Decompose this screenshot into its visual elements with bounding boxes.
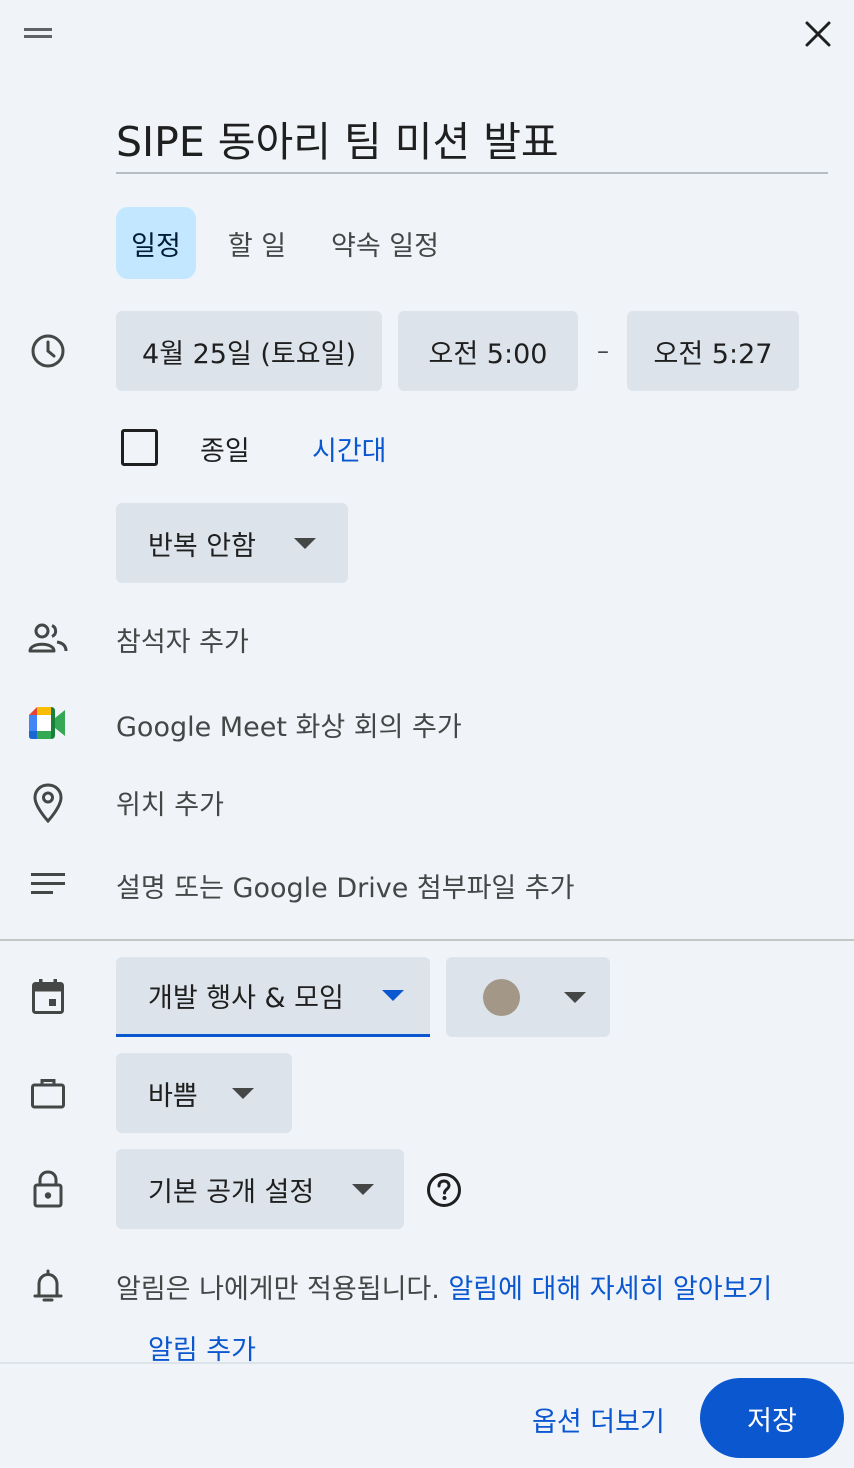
date-button[interactable]: 4월 25일 (토요일) bbox=[116, 311, 382, 391]
availability-dropdown[interactable]: 바쁨 bbox=[116, 1053, 292, 1133]
section-divider bbox=[0, 939, 854, 941]
color-dropdown[interactable] bbox=[446, 957, 610, 1037]
chevron-down-icon bbox=[564, 991, 586, 1003]
end-time-button[interactable]: 오전 5:27 bbox=[627, 311, 799, 391]
add-location-input[interactable]: 위치 추가 bbox=[116, 783, 224, 822]
google-meet-icon bbox=[28, 704, 68, 742]
repeat-label: 반복 안함 bbox=[148, 530, 256, 562]
calendar-name: 개발 행사 & 모임 bbox=[148, 983, 344, 1014]
repeat-dropdown[interactable]: 반복 안함 bbox=[116, 503, 348, 583]
date-text: 4월 25일 (토요일) bbox=[142, 338, 356, 370]
chevron-down-icon bbox=[381, 990, 404, 1001]
timezone-link[interactable]: 시간대 bbox=[312, 429, 387, 468]
availability-label: 바쁨 bbox=[148, 1080, 198, 1112]
visibility-dropdown[interactable]: 기본 공개 설정 bbox=[116, 1149, 404, 1229]
close-icon[interactable] bbox=[798, 14, 838, 54]
people-icon bbox=[28, 620, 68, 656]
time-separator-text: – bbox=[597, 337, 609, 365]
notification-note: 알림은 나에게만 적용됩니다. bbox=[116, 1274, 440, 1305]
all-day-label: 종일 bbox=[200, 436, 250, 467]
footer-bar: 옵션 더보기 저장 bbox=[0, 1362, 854, 1468]
color-swatch bbox=[483, 978, 520, 1016]
calendar-dropdown[interactable]: 개발 행사 & 모임 bbox=[116, 957, 430, 1037]
more-options-button[interactable]: 옵션 더보기 bbox=[532, 1400, 665, 1439]
start-time-button[interactable]: 오전 5:00 bbox=[398, 311, 578, 391]
event-editor-panel: SIPE 동아리 팀 미션 발표 일정 할 일 약속 일정 4월 25일 (토요… bbox=[0, 0, 854, 1468]
save-button-label: 저장 bbox=[747, 1405, 797, 1437]
lock-icon bbox=[30, 1168, 66, 1210]
title-input[interactable]: SIPE 동아리 팀 미션 발표 bbox=[116, 108, 828, 174]
calendar-icon bbox=[30, 978, 66, 1016]
visibility-label: 기본 공개 설정 bbox=[148, 1176, 315, 1208]
clock-icon bbox=[28, 331, 68, 371]
tab-event[interactable]: 일정 bbox=[116, 207, 196, 279]
notification-learn-more-link[interactable]: 알림에 대해 자세히 알아보기 bbox=[448, 1274, 772, 1305]
add-description-input[interactable]: 설명 또는 Google Drive 첨부파일 추가 bbox=[116, 866, 575, 905]
end-time-text: 오전 5:27 bbox=[653, 338, 773, 370]
notification-note-row: 알림은 나에게만 적용됩니다. 알림에 대해 자세히 알아보기 bbox=[116, 1267, 772, 1306]
tab-task-label: 할 일 bbox=[227, 230, 287, 262]
add-meet-button[interactable]: Google Meet 화상 회의 추가 bbox=[116, 705, 462, 744]
start-time-text: 오전 5:00 bbox=[428, 338, 548, 370]
briefcase-icon bbox=[30, 1074, 66, 1112]
time-separator: – bbox=[588, 331, 618, 371]
location-pin-icon bbox=[30, 782, 66, 824]
help-icon[interactable] bbox=[424, 1170, 464, 1210]
tab-task[interactable]: 할 일 bbox=[212, 207, 302, 279]
drag-handle-icon[interactable] bbox=[22, 22, 54, 44]
tab-event-label: 일정 bbox=[131, 230, 181, 262]
chevron-down-icon bbox=[352, 1183, 375, 1195]
tab-appointment[interactable]: 약속 일정 bbox=[318, 207, 452, 279]
add-guests-input[interactable]: 참석자 추가 bbox=[116, 620, 249, 659]
tab-appointment-label: 약속 일정 bbox=[331, 230, 439, 262]
chevron-down-icon bbox=[293, 537, 316, 549]
save-button[interactable]: 저장 bbox=[700, 1378, 844, 1458]
description-icon bbox=[30, 870, 66, 898]
all-day-checkbox[interactable] bbox=[121, 429, 158, 466]
chevron-down-icon bbox=[231, 1087, 254, 1099]
title-text: SIPE 동아리 팀 미션 발표 bbox=[116, 118, 559, 166]
bell-icon bbox=[30, 1266, 66, 1306]
